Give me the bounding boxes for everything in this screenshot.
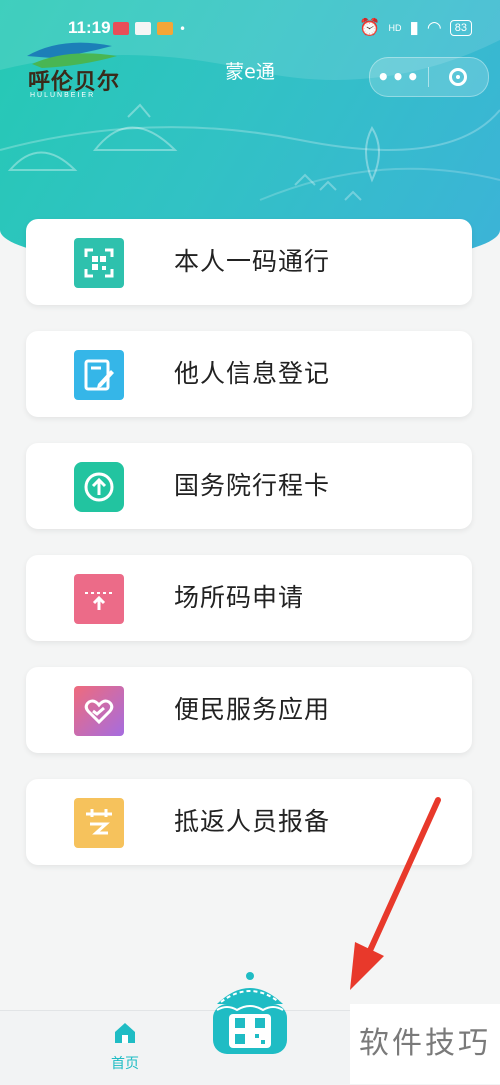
battery-icon: 83: [449, 20, 472, 36]
menu-item-public-services[interactable]: 便民服务应用: [26, 667, 472, 753]
close-target-icon: [449, 68, 467, 86]
heart-hand-icon: [74, 686, 124, 736]
status-time: 11:19: [68, 18, 111, 37]
mail-notification-icon: [157, 22, 173, 35]
calendar-plane-icon: [74, 798, 124, 848]
ticket-upload-icon: [74, 574, 124, 624]
close-button[interactable]: [429, 68, 487, 86]
notification-icons: •: [113, 22, 186, 36]
menu-item-personal-code[interactable]: 本人一码通行: [26, 219, 472, 305]
network-type: HD: [388, 23, 402, 33]
menu-item-label: 抵返人员报备: [174, 807, 331, 836]
menu-item-return-report[interactable]: 抵返人员报备: [26, 779, 472, 865]
app-notification-icon: [113, 22, 129, 35]
arrow-up-circle-icon: [74, 462, 124, 512]
dot-icon: •: [179, 22, 187, 36]
yurt-qr-button[interactable]: [207, 970, 293, 1060]
tab-home[interactable]: 首页: [100, 1021, 150, 1073]
menu-item-label: 他人信息登记: [174, 359, 331, 388]
more-button[interactable]: •••: [370, 65, 428, 89]
alarm-icon: ⏰: [359, 18, 381, 38]
menu-item-label: 便民服务应用: [174, 695, 331, 724]
media-notification-icon: [135, 22, 151, 35]
logo-subtext: HULUNBEIER: [30, 92, 96, 99]
menu-item-label: 国务院行程卡: [174, 471, 331, 500]
signal-icon: ▮: [409, 18, 419, 38]
tab-home-label: 首页: [111, 1056, 139, 1072]
menu-item-register-others[interactable]: 他人信息登记: [26, 331, 472, 417]
mini-program-capsule: •••: [369, 57, 489, 97]
home-icon: [115, 1023, 135, 1043]
menu-item-label: 本人一码通行: [174, 247, 331, 276]
menu-item-label: 场所码申请: [174, 583, 305, 612]
status-right: ⏰ HD ▮ ◠ 83: [359, 18, 472, 38]
wifi-icon: ◠: [426, 18, 442, 38]
menu-item-venue-code[interactable]: 场所码申请: [26, 555, 472, 641]
edit-form-icon: [74, 350, 124, 400]
watermark-text: 软件技巧: [350, 1004, 500, 1084]
menu-item-travel-card[interactable]: 国务院行程卡: [26, 443, 472, 529]
scan-qr-icon: [74, 238, 124, 288]
